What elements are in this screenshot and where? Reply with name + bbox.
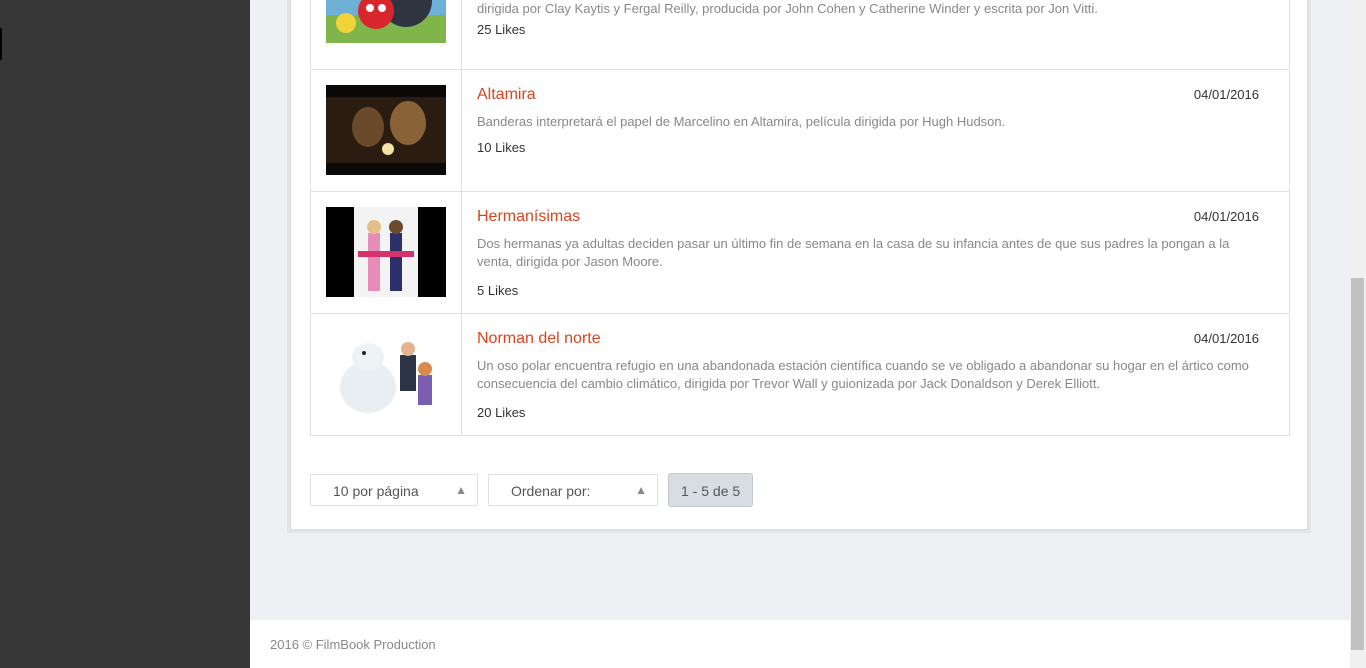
caret-up-icon: ▲: [455, 483, 467, 497]
film-description: Banderas interpretará el papel de Marcel…: [477, 114, 1006, 129]
film-date: 04/01/2016: [1193, 209, 1259, 224]
film-thumbnail[interactable]: [326, 207, 446, 297]
panel-marker: [0, 28, 2, 60]
film-likes: 10 Likes: [477, 140, 526, 155]
per-page-select[interactable]: 10 por página ▲: [310, 474, 478, 506]
per-page-label: 10 por página: [333, 483, 419, 499]
film-thumb-cell: [311, 192, 462, 313]
film-likes: 25 Likes: [477, 22, 526, 37]
film-likes: 5 Likes: [477, 283, 519, 298]
film-thumb-cell: [311, 314, 462, 435]
sort-label: Ordenar por:: [511, 483, 591, 499]
pager: 10 por página ▲ Ordenar por: ▲ 1 - 5 de …: [310, 473, 754, 507]
film-title-link[interactable]: Norman del norte: [477, 330, 601, 348]
film-info: Hermanísimas 04/01/2016 Dos hermanas ya …: [462, 192, 1289, 313]
film-info: Norman del norte 04/01/2016 Un oso polar…: [462, 314, 1289, 435]
film-date: 04/01/2016: [1193, 87, 1259, 102]
film-thumbnail[interactable]: [326, 85, 446, 175]
film-row[interactable]: Norman del norte 04/01/2016 Un oso polar…: [311, 313, 1289, 435]
film-thumbnail[interactable]: [326, 329, 446, 419]
caret-up-icon: ▲: [635, 483, 647, 497]
film-list: The Angry Birds Movie es una próxima pel…: [310, 0, 1290, 436]
main-content: The Angry Birds Movie es una próxima pel…: [250, 0, 1350, 620]
results-range-button[interactable]: 1 - 5 de 5: [668, 473, 754, 507]
footer-copyright: 2016 © FilmBook Production: [270, 637, 436, 652]
film-row[interactable]: Altamira 04/01/2016 Banderas interpretar…: [311, 69, 1289, 191]
film-title-link[interactable]: Hermanísimas: [477, 208, 580, 226]
films-card: The Angry Birds Movie es una próxima pel…: [290, 0, 1308, 530]
film-row[interactable]: The Angry Birds Movie es una próxima pel…: [311, 0, 1289, 69]
film-likes: 20 Likes: [477, 405, 526, 420]
film-description: Dos hermanas ya adultas deciden pasar un…: [477, 236, 1230, 269]
film-description: The Angry Birds Movie es una próxima pel…: [477, 1, 1098, 16]
film-info: The Angry Birds Movie es una próxima pel…: [462, 0, 1289, 69]
film-date: 04/01/2016: [1193, 331, 1259, 346]
film-thumb-cell: [311, 70, 462, 191]
film-thumb-cell: [311, 0, 462, 69]
left-panel: [0, 0, 250, 668]
vertical-scrollbar[interactable]: [1350, 0, 1366, 668]
film-description: Un oso polar encuentra refugio en una ab…: [477, 358, 1249, 391]
film-info: Altamira 04/01/2016 Banderas interpretar…: [462, 70, 1289, 191]
film-title-link[interactable]: Altamira: [477, 86, 536, 104]
sort-select[interactable]: Ordenar por: ▲: [488, 474, 658, 506]
film-thumbnail[interactable]: [326, 0, 446, 43]
film-row[interactable]: Hermanísimas 04/01/2016 Dos hermanas ya …: [311, 191, 1289, 313]
footer: 2016 © FilmBook Production: [250, 620, 1350, 668]
scrollbar-thumb[interactable]: [1351, 278, 1364, 650]
